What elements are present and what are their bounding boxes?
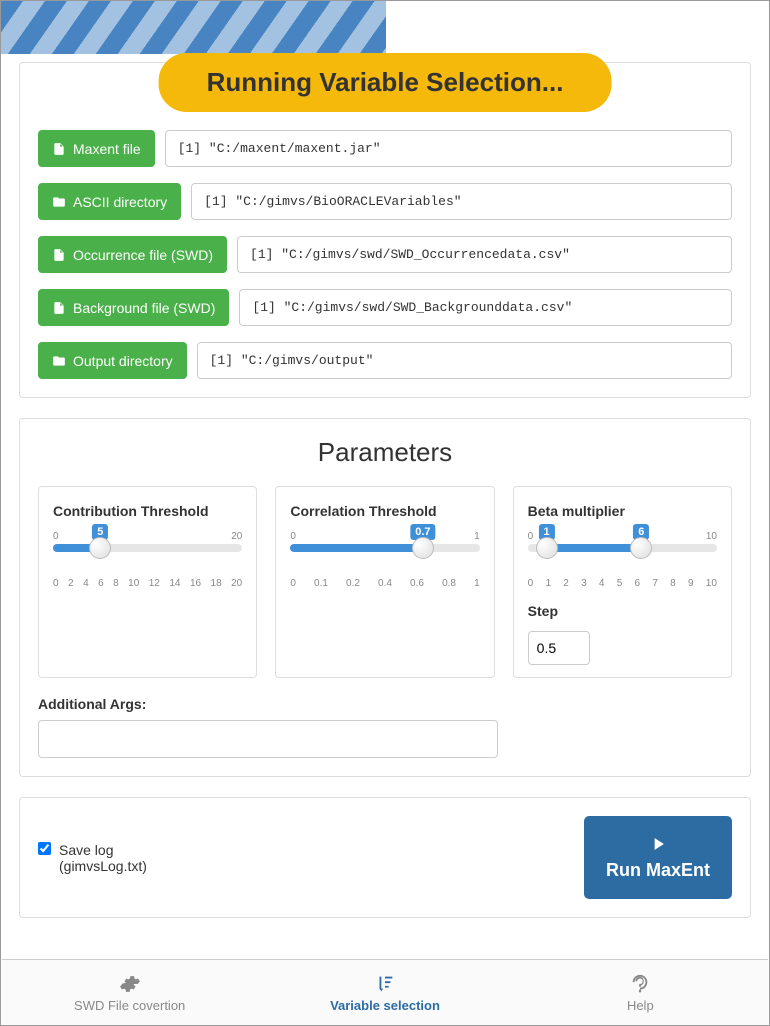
- correlation-min: 0: [290, 531, 296, 542]
- file-icon: [52, 142, 66, 156]
- correlation-max: 1: [474, 531, 480, 542]
- occurrence-file-path: [1] "C:/gimvs/swd/SWD_Occurrencedata.csv…: [237, 236, 732, 273]
- folder-open-icon: [52, 195, 66, 209]
- beta-label: Beta multiplier: [528, 503, 717, 519]
- bottom-nav: SWD File covertion Variable selection He…: [2, 959, 768, 1025]
- file-icon: [52, 248, 66, 262]
- slider-thumb-high[interactable]: [630, 537, 652, 559]
- maxent-file-path: [1] "C:/maxent/maxent.jar": [165, 130, 732, 167]
- beta-max: 10: [706, 531, 717, 542]
- step-label: Step: [528, 603, 717, 619]
- ascii-dir-button[interactable]: ASCII directory: [38, 183, 181, 220]
- play-icon: [648, 834, 668, 854]
- contribution-min: 0: [53, 531, 59, 542]
- background-file-label: Background file (SWD): [73, 300, 215, 316]
- occurrence-file-button[interactable]: Occurrence file (SWD): [38, 236, 227, 273]
- slider-thumb[interactable]: [89, 537, 111, 559]
- parameters-title: Parameters: [38, 437, 732, 468]
- run-maxent-button[interactable]: Run MaxEnt: [584, 816, 732, 899]
- save-log-checkbox[interactable]: [38, 842, 51, 855]
- contribution-threshold-card: Contribution Threshold 0 20 5 0246810121…: [38, 486, 257, 678]
- nav-help[interactable]: Help: [513, 960, 768, 1025]
- parameters-panel: Parameters Contribution Threshold 0 20 5: [19, 418, 751, 777]
- beta-multiplier-card: Beta multiplier 0 10 1 6 012345678910: [513, 486, 732, 678]
- occurrence-file-label: Occurrence file (SWD): [73, 247, 213, 263]
- run-panel: Save log (gimvsLog.txt) Run MaxEnt: [19, 797, 751, 918]
- save-log-file: (gimvsLog.txt): [59, 858, 147, 874]
- background-file-button[interactable]: Background file (SWD): [38, 289, 229, 326]
- maxent-file-button[interactable]: Maxent file: [38, 130, 155, 167]
- correlation-label: Correlation Threshold: [290, 503, 479, 519]
- beta-slider[interactable]: 1 6: [528, 544, 717, 570]
- correlation-ticks: 00.10.20.40.60.81: [290, 578, 479, 589]
- nav-swd-label: SWD File covertion: [74, 998, 185, 1013]
- run-maxent-label: Run MaxEnt: [606, 860, 710, 881]
- directories-files-panel: Running Variable Selection... Directorie…: [19, 62, 751, 398]
- output-dir-label: Output directory: [73, 353, 173, 369]
- nav-variable-label: Variable selection: [330, 998, 440, 1013]
- correlation-slider[interactable]: 0.7: [290, 544, 479, 570]
- step-input[interactable]: [528, 631, 590, 665]
- nav-variable-selection[interactable]: Variable selection: [257, 960, 512, 1025]
- contribution-slider[interactable]: 5: [53, 544, 242, 570]
- ascii-dir-path: [1] "C:/gimvs/BioORACLEVariables": [191, 183, 732, 220]
- nav-help-label: Help: [627, 998, 654, 1013]
- contribution-max: 20: [231, 531, 242, 542]
- question-icon: [629, 973, 651, 995]
- beta-min: 0: [528, 531, 534, 542]
- folder-open-icon: [52, 354, 66, 368]
- save-log-label: Save log: [59, 842, 113, 858]
- save-log-checkbox-wrap[interactable]: Save log (gimvsLog.txt): [38, 842, 147, 874]
- correlation-threshold-card: Correlation Threshold 0 1 0.7 00.10.20.4…: [275, 486, 494, 678]
- file-icon: [52, 301, 66, 315]
- additional-args-input[interactable]: [38, 720, 498, 758]
- status-toast: Running Variable Selection...: [159, 53, 612, 112]
- output-dir-path: [1] "C:/gimvs/output": [197, 342, 732, 379]
- gears-icon: [119, 973, 141, 995]
- contribution-ticks: 02468101214161820: [53, 578, 242, 589]
- header-stripe: [1, 1, 386, 54]
- background-file-path: [1] "C:/gimvs/swd/SWD_Backgrounddata.csv…: [239, 289, 732, 326]
- slider-thumb-low[interactable]: [536, 537, 558, 559]
- sort-down-icon: [374, 973, 396, 995]
- slider-thumb[interactable]: [412, 537, 434, 559]
- maxent-file-label: Maxent file: [73, 141, 141, 157]
- output-dir-button[interactable]: Output directory: [38, 342, 187, 379]
- contribution-label: Contribution Threshold: [53, 503, 242, 519]
- beta-ticks: 012345678910: [528, 578, 717, 589]
- ascii-dir-label: ASCII directory: [73, 194, 167, 210]
- nav-swd-file-conversion[interactable]: SWD File covertion: [2, 960, 257, 1025]
- additional-args-label: Additional Args:: [38, 696, 732, 712]
